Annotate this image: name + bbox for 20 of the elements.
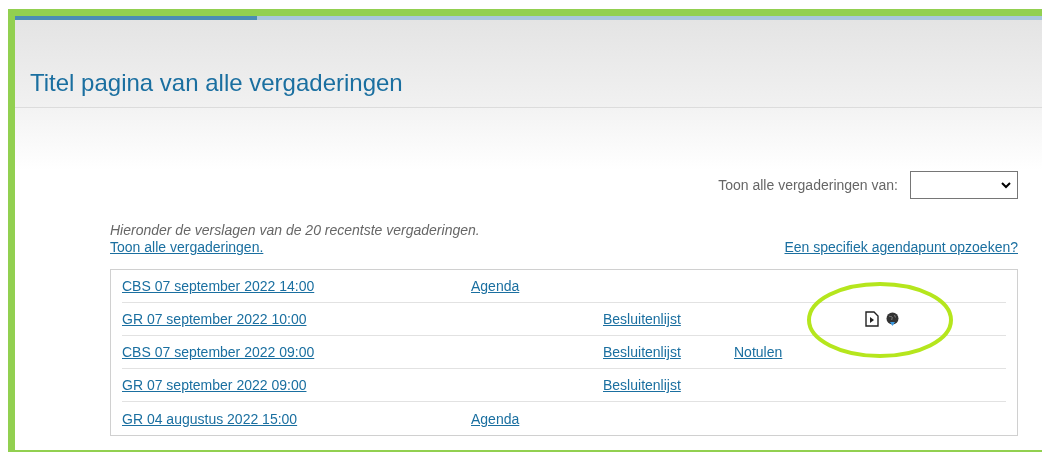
meeting-link[interactable]: GR 07 september 2022 09:00 <box>122 377 307 393</box>
intro-text: Hieronder de verslagen van de 20 recentste vergaderingen. <box>110 222 480 239</box>
decisions-link[interactable]: Besluitenlijst <box>603 344 681 360</box>
decisions-link[interactable]: Besluitenlijst <box>603 311 681 327</box>
agenda-link[interactable]: Agenda <box>471 410 520 427</box>
filter-label: Toon alle vergaderingen van: <box>718 175 898 195</box>
search-agenda-link[interactable]: Een specifiek agendapunt opzoeken? <box>784 239 1018 256</box>
meeting-link[interactable]: GR 07 september 2022 10:00 <box>122 311 307 327</box>
chevron-down-icon <box>1001 181 1011 189</box>
globe-download-icon[interactable] <box>885 311 900 327</box>
meeting-select[interactable] <box>910 171 1018 199</box>
page-title: Titel pagina van alle vergaderingen <box>30 71 403 95</box>
meeting-link[interactable]: CBS 07 september 2022 09:00 <box>122 344 315 360</box>
show-all-link[interactable]: Toon alle vergaderingen. <box>110 239 480 256</box>
meeting-link[interactable]: CBS 07 september 2022 14:00 <box>122 278 315 294</box>
meeting-link[interactable]: GR 04 augustus 2022 15:00 <box>122 410 298 427</box>
video-file-icon[interactable] <box>865 311 879 327</box>
agenda-link[interactable]: Agenda <box>471 278 520 294</box>
decisions-link[interactable]: Besluitenlijst <box>603 377 681 393</box>
minutes-link[interactable]: Notulen <box>734 344 783 360</box>
